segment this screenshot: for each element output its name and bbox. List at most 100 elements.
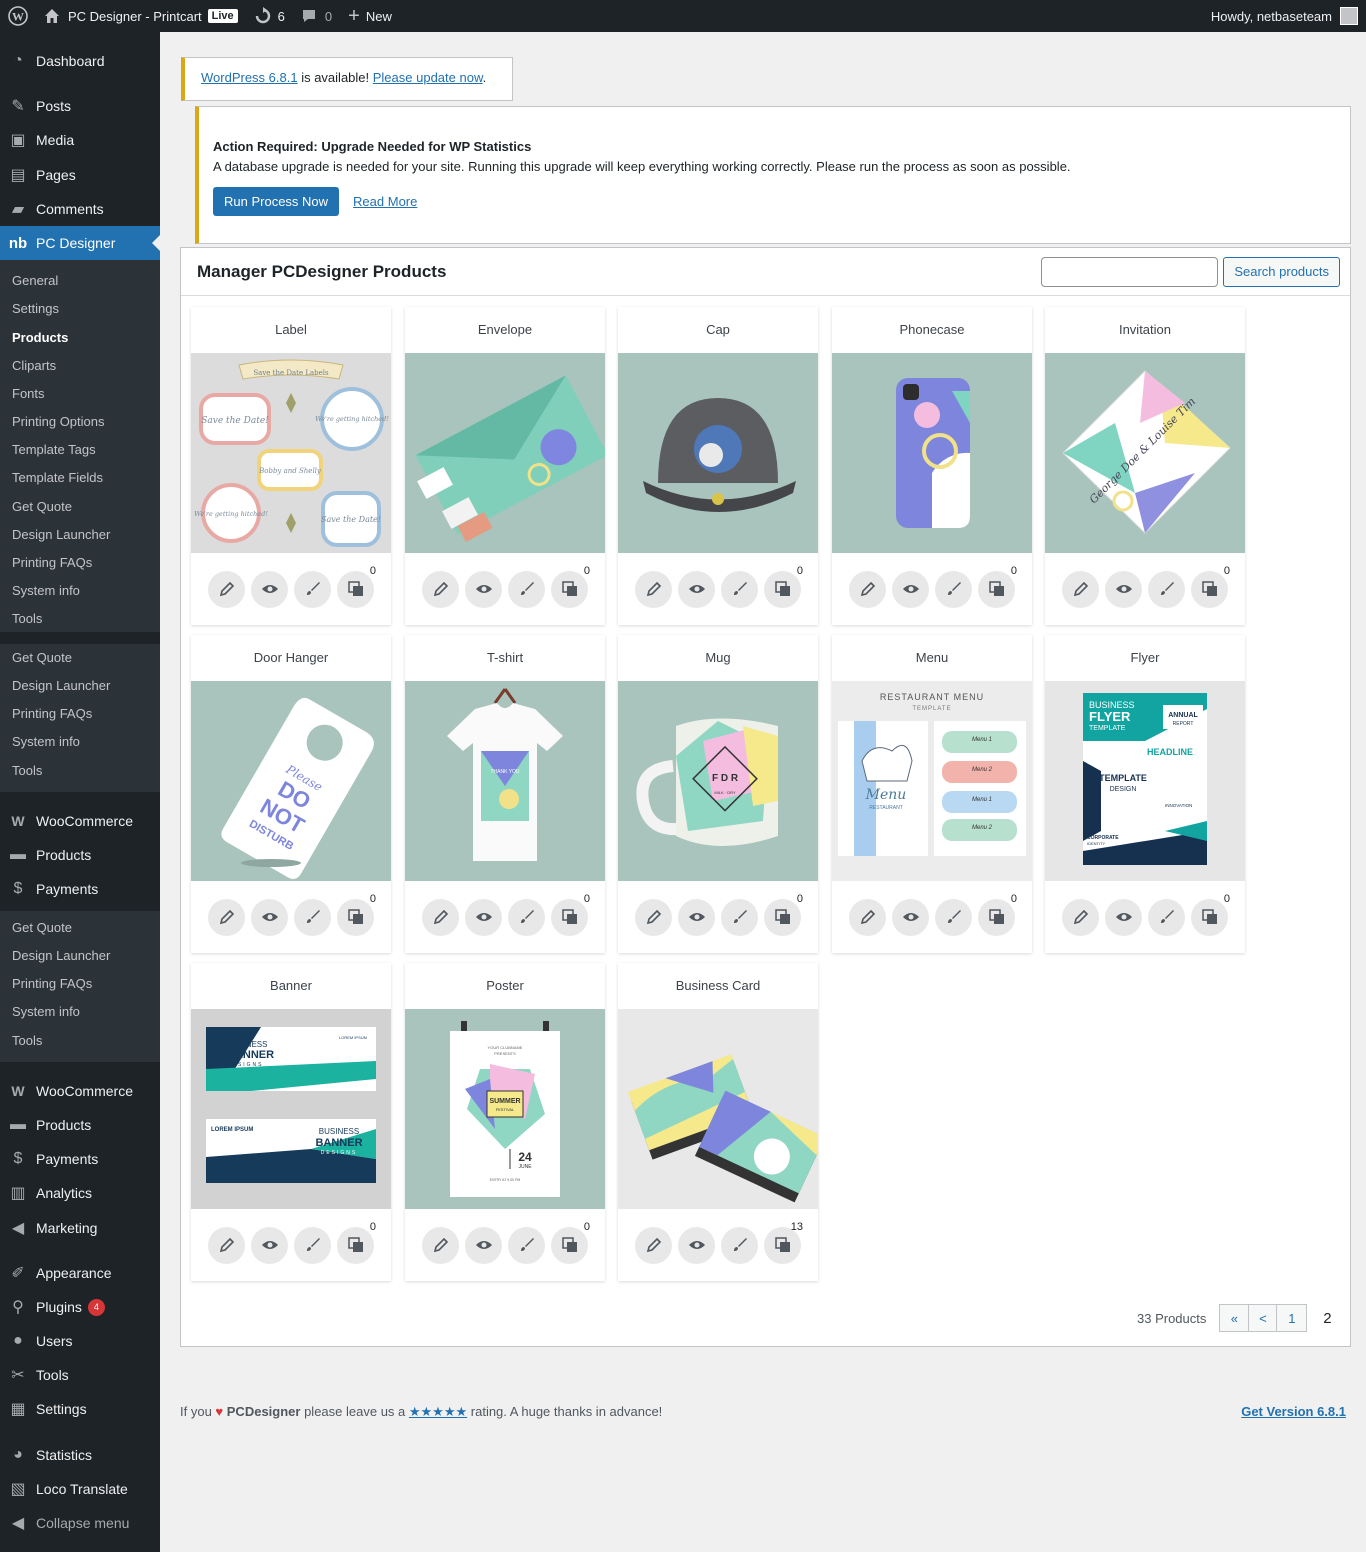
- howdy-user[interactable]: Howdy, netbaseteam: [1211, 9, 1332, 24]
- view-product-button[interactable]: [251, 1226, 288, 1264]
- submenu-item-printing-faqs[interactable]: Printing FAQs: [12, 553, 92, 573]
- design-product-button[interactable]: [935, 570, 972, 608]
- submenu-item-printing-options[interactable]: Printing Options: [12, 412, 105, 432]
- product-image[interactable]: Please DO NOT DISTURB: [191, 681, 391, 881]
- edit-product-button[interactable]: [635, 1226, 672, 1264]
- view-product-button[interactable]: [678, 1226, 715, 1264]
- menu-media[interactable]: ▣ Media: [0, 123, 160, 157]
- view-product-button[interactable]: [1105, 898, 1142, 936]
- submenu-item-design-launcher[interactable]: Design Launcher: [12, 525, 110, 545]
- page-1-button[interactable]: 1: [1277, 1304, 1308, 1332]
- templates-button[interactable]: 0: [978, 893, 1017, 936]
- design-product-button[interactable]: [721, 570, 758, 608]
- menu-dashboard[interactable]: ◔ Dashboard: [0, 44, 160, 78]
- menu-settings[interactable]: ▦ Settings: [0, 1392, 160, 1426]
- updates-link[interactable]: 6: [246, 0, 293, 32]
- menu-appearance[interactable]: ✐ Appearance: [0, 1256, 160, 1290]
- product-image[interactable]: Save the Date Labels Save the Date! We'r…: [191, 353, 391, 553]
- product-image[interactable]: YOUR CLUBNAME PRESENTS SUMMER FESTIVAL 24 J…: [405, 1009, 605, 1209]
- design-product-button[interactable]: [721, 1226, 758, 1264]
- view-product-button[interactable]: [251, 898, 288, 936]
- menu-loco-translate[interactable]: ▧ Loco Translate: [0, 1472, 160, 1506]
- edit-product-button[interactable]: [635, 898, 672, 936]
- submenu-item-general[interactable]: General: [12, 271, 58, 291]
- edit-product-button[interactable]: [422, 1226, 459, 1264]
- edit-product-button[interactable]: [208, 570, 245, 608]
- design-product-button[interactable]: [1148, 898, 1185, 936]
- product-image[interactable]: BUSINESS FLYER TEMPLATE ANNUAL REPORT HEADL…: [1045, 681, 1245, 881]
- view-product-button[interactable]: [892, 570, 929, 608]
- submenu-item-design-launcher[interactable]: Design Launcher: [12, 946, 110, 966]
- menu-plugins[interactable]: ⚲ Plugins 4: [0, 1290, 160, 1324]
- templates-button[interactable]: 0: [337, 893, 376, 936]
- view-product-button[interactable]: [892, 898, 929, 936]
- design-product-button[interactable]: [294, 570, 331, 608]
- design-product-button[interactable]: [935, 898, 972, 936]
- menu-pages[interactable]: ▤ Pages: [0, 158, 160, 192]
- submenu-item-products[interactable]: Products: [12, 328, 68, 348]
- menu-marketing[interactable]: ◀ Marketing: [0, 1211, 160, 1245]
- product-image[interactable]: F D R MILK · DRY: [618, 681, 818, 881]
- design-product-button[interactable]: [508, 1226, 545, 1264]
- wordpress-version-link[interactable]: WordPress 6.8.1: [201, 70, 298, 85]
- menu-pc-designer[interactable]: nb PC Designer: [0, 226, 160, 260]
- product-image[interactable]: [618, 353, 818, 553]
- submenu-item-tools[interactable]: Tools: [12, 609, 42, 629]
- templates-button[interactable]: 0: [551, 1221, 590, 1264]
- design-product-button[interactable]: [508, 570, 545, 608]
- search-products-button[interactable]: Search products: [1223, 256, 1340, 287]
- templates-button[interactable]: 0: [978, 565, 1017, 608]
- view-product-button[interactable]: [251, 570, 288, 608]
- product-image[interactable]: [618, 1009, 818, 1209]
- collapse-menu[interactable]: ◀ Collapse menu: [0, 1506, 160, 1540]
- menu-posts[interactable]: ✎ Posts: [0, 89, 160, 123]
- menu-products-1[interactable]: ▬ Products: [0, 838, 160, 872]
- submenu-item-tools[interactable]: Tools: [12, 1031, 42, 1051]
- submenu-item-get-quote[interactable]: Get Quote: [12, 648, 72, 668]
- templates-button[interactable]: 0: [1191, 565, 1230, 608]
- product-image[interactable]: RESTAURANT MENU TEMPLATE Menu RESTAURANT M…: [832, 681, 1032, 881]
- search-input[interactable]: [1041, 256, 1219, 287]
- design-product-button[interactable]: [721, 898, 758, 936]
- edit-product-button[interactable]: [208, 898, 245, 936]
- submenu-item-tools[interactable]: Tools: [12, 761, 42, 781]
- templates-button[interactable]: 0: [764, 893, 803, 936]
- submenu-item-printing-faqs[interactable]: Printing FAQs: [12, 704, 92, 724]
- product-image[interactable]: [405, 353, 605, 553]
- submenu-item-design-launcher[interactable]: Design Launcher: [12, 676, 110, 696]
- templates-button[interactable]: 0: [764, 565, 803, 608]
- design-product-button[interactable]: [294, 898, 331, 936]
- view-product-button[interactable]: [465, 1226, 502, 1264]
- get-version-link[interactable]: Get Version 6.8.1: [1241, 1404, 1346, 1420]
- edit-product-button[interactable]: [1062, 898, 1099, 936]
- edit-product-button[interactable]: [422, 898, 459, 936]
- menu-payments-2[interactable]: $ Payments: [0, 1142, 160, 1176]
- view-product-button[interactable]: [678, 898, 715, 936]
- wordpress-logo-icon[interactable]: W: [0, 0, 36, 32]
- menu-users[interactable]: ● Users: [0, 1324, 160, 1358]
- page-2-current[interactable]: 2: [1313, 1304, 1341, 1332]
- menu-comments[interactable]: ▰ Comments: [0, 192, 160, 226]
- submenu-item-system-info[interactable]: System info: [12, 732, 80, 752]
- templates-button[interactable]: 0: [337, 565, 376, 608]
- product-image[interactable]: [832, 353, 1032, 553]
- product-image[interactable]: BUSINESS BANNER DESIGNS LOREM IPSUM LOREM I…: [191, 1009, 391, 1209]
- menu-payments-1[interactable]: $ Payments: [0, 872, 160, 906]
- submenu-item-cliparts[interactable]: Cliparts: [12, 356, 56, 376]
- update-now-link[interactable]: Please update now: [373, 70, 483, 85]
- run-process-button[interactable]: Run Process Now: [213, 187, 340, 216]
- menu-analytics[interactable]: ▥ Analytics: [0, 1176, 160, 1210]
- edit-product-button[interactable]: [208, 1226, 245, 1264]
- submenu-item-get-quote[interactable]: Get Quote: [12, 918, 72, 938]
- templates-button[interactable]: 0: [551, 893, 590, 936]
- submenu-item-settings[interactable]: Settings: [12, 299, 59, 319]
- edit-product-button[interactable]: [849, 898, 886, 936]
- templates-button[interactable]: 0: [337, 1221, 376, 1264]
- design-product-button[interactable]: [1148, 570, 1185, 608]
- view-product-button[interactable]: [465, 898, 502, 936]
- submenu-item-system-info[interactable]: System info: [12, 581, 80, 601]
- view-product-button[interactable]: [465, 570, 502, 608]
- menu-statistics[interactable]: ◕ Statistics: [0, 1438, 160, 1472]
- new-content-link[interactable]: + New: [340, 0, 400, 32]
- submenu-item-fonts[interactable]: Fonts: [12, 384, 45, 404]
